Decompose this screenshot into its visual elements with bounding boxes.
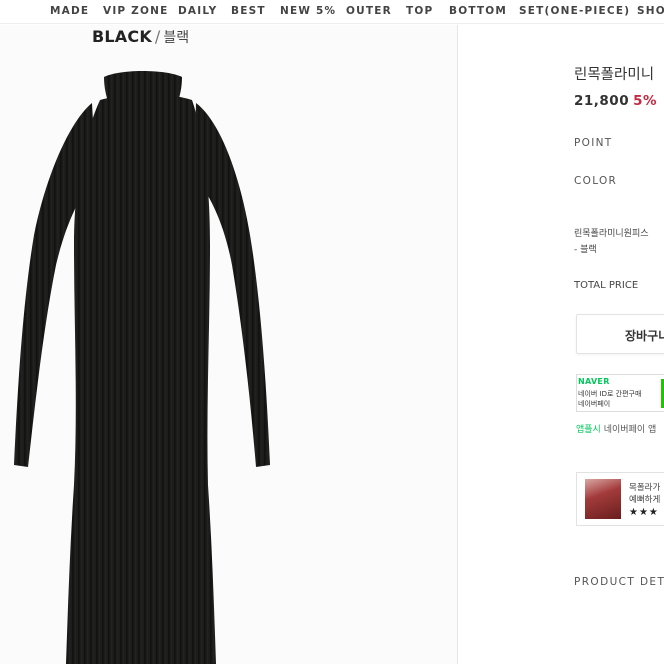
- product-detail-label[interactable]: PRODUCT DET: [574, 576, 664, 588]
- review-thumbnail: [585, 479, 621, 519]
- price-value: 21,800: [574, 93, 630, 109]
- nav-item-outer[interactable]: OUTER: [346, 5, 392, 17]
- add-to-cart-button[interactable]: 장바구니: [576, 314, 664, 354]
- selected-product-name: 린목폴라미니원피스: [574, 229, 649, 239]
- nav-item-best[interactable]: BEST: [231, 5, 266, 17]
- turtleneck: [104, 71, 182, 115]
- review-card[interactable]: 목폴라가 예뻐하게 ★★★: [576, 472, 664, 526]
- naver-pay-note: 앱플시 네이버페이 앱: [576, 422, 656, 435]
- review-text-line2: 예뻐하게: [629, 495, 661, 505]
- review-text-line1: 목폴라가: [629, 483, 661, 493]
- review-stars: ★★★: [629, 507, 659, 518]
- naver-pay-box[interactable]: NAVER 네이버 ID로 간편구매 네이버페이: [576, 374, 664, 412]
- top-navigation: MADE VIP ZONE DAILY BEST NEW 5% OUTER TO…: [0, 0, 664, 24]
- selected-color: - 블랙: [574, 245, 597, 255]
- naver-note-highlight: 앱플시: [576, 425, 601, 435]
- discount-badge: 5%: [633, 93, 658, 109]
- color-label: COLOR: [574, 175, 618, 187]
- naver-logo: NAVER: [578, 377, 610, 386]
- naver-easy-buy-text: 네이버 ID로 간편구매: [578, 390, 642, 398]
- naver-pay-text: 네이버페이: [578, 400, 611, 408]
- dress-body: [66, 93, 216, 664]
- point-label: POINT: [574, 137, 613, 149]
- product-info-panel: 린목폴라미니 21,800 5% POINT COLOR 린목폴라미니원피스 - …: [459, 25, 664, 664]
- dress-illustration: [14, 71, 270, 664]
- nav-item-made[interactable]: MADE: [50, 5, 89, 17]
- nav-item-daily[interactable]: DAILY: [178, 5, 217, 17]
- add-to-cart-label: 장바구니: [625, 329, 664, 343]
- nav-item-new[interactable]: NEW 5%: [280, 5, 336, 17]
- nav-item-set-one-piece[interactable]: SET(ONE-PIECE): [519, 5, 630, 17]
- product-image: BLACK / 블랙: [0, 25, 458, 664]
- nav-item-shop[interactable]: SHO: [637, 5, 664, 17]
- total-price-label: TOTAL PRICE: [574, 280, 639, 291]
- naver-note-text: 네이버페이 앱: [600, 425, 657, 435]
- product-title: 린목폴라미니: [574, 67, 655, 83]
- nav-item-top[interactable]: TOP: [406, 5, 433, 17]
- nav-item-vip-zone[interactable]: VIP ZONE: [103, 5, 168, 17]
- nav-item-bottom[interactable]: BOTTOM: [449, 5, 507, 17]
- product-price: 21,800 5%: [574, 93, 657, 109]
